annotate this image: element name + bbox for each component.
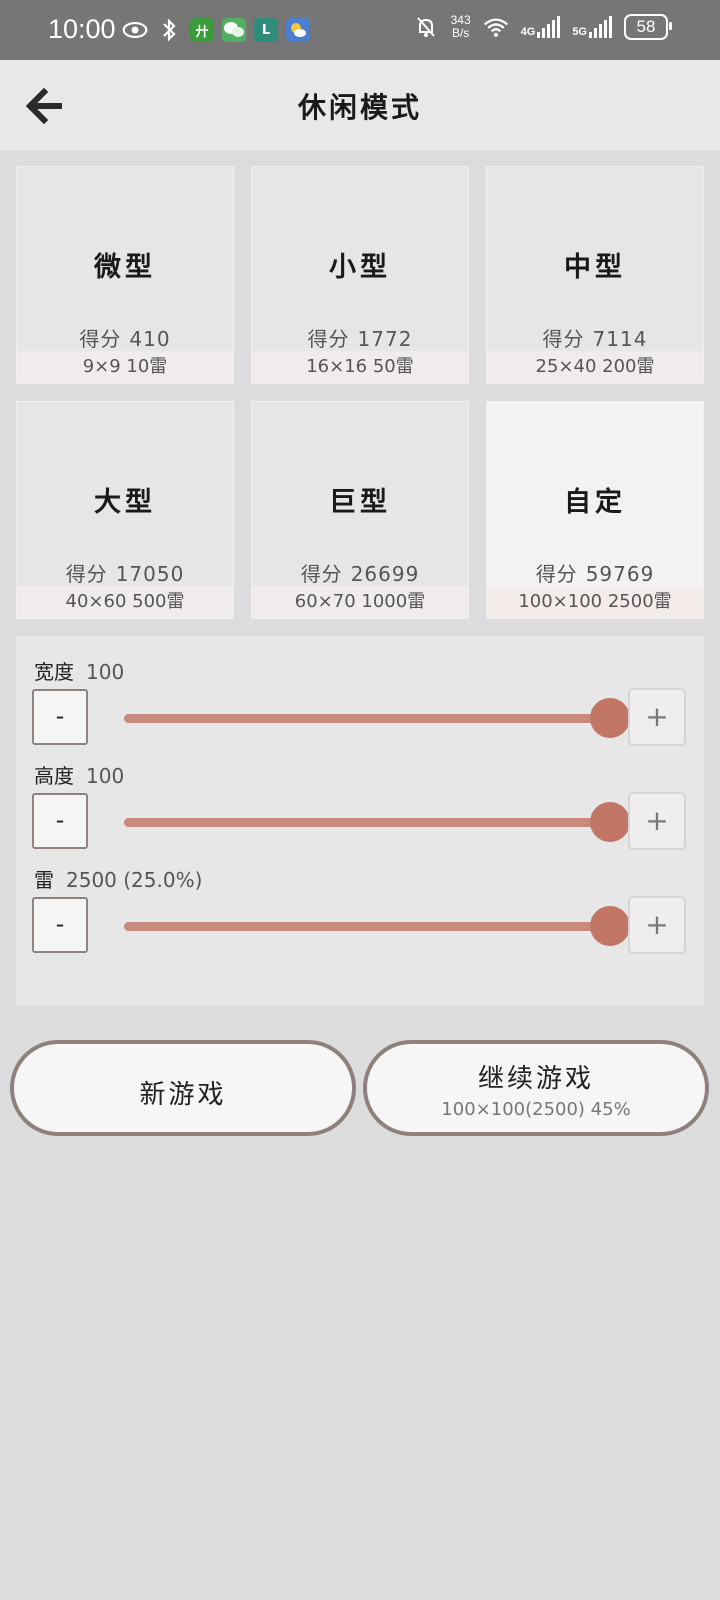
score-value: 1772 xyxy=(357,327,413,351)
score-label: 得分 xyxy=(307,327,350,351)
net-type-1: 4G xyxy=(520,26,536,38)
mode-score: 得分 7114 xyxy=(487,323,703,352)
slider-fill xyxy=(124,818,610,827)
height-value: 100 xyxy=(86,764,125,788)
mode-score: 得分 1772 xyxy=(252,323,468,352)
score-label: 得分 xyxy=(79,327,122,351)
slider-thumb[interactable] xyxy=(590,802,630,842)
app-l-icon: L xyxy=(254,18,278,42)
mode-info: 40×60 500雷 xyxy=(17,586,233,618)
status-time: 10:00 xyxy=(48,14,116,44)
score-value: 410 xyxy=(129,327,171,351)
mode-name: 大型 xyxy=(94,487,156,518)
wifi-icon xyxy=(483,15,509,39)
height-minus-button[interactable]: - xyxy=(32,793,88,849)
signal-5g: 5G xyxy=(572,16,612,38)
new-game-button[interactable]: 新游戏 xyxy=(10,1040,356,1136)
mode-card-small[interactable]: 小型 得分 1772 16×16 50雷 xyxy=(251,166,469,384)
signal-bars-icon-2 xyxy=(589,16,612,38)
mines-plus-button[interactable]: + xyxy=(628,896,686,954)
width-value: 100 xyxy=(86,660,125,684)
net-type-2: 5G xyxy=(572,26,587,38)
weather-icon xyxy=(286,18,310,42)
eye-icon xyxy=(122,18,148,42)
mines-label-row: 雷 2500 (25.0%) xyxy=(34,864,202,893)
score-label: 得分 xyxy=(542,327,585,351)
mode-card-huge[interactable]: 巨型 得分 26699 60×70 1000雷 xyxy=(251,401,469,619)
net-speed-unit: B/s xyxy=(451,26,470,40)
score-label: 得分 xyxy=(300,562,343,586)
height-label: 高度 xyxy=(34,764,74,788)
signal-bars-icon xyxy=(537,16,561,38)
mode-card-large[interactable]: 大型 得分 17050 40×60 500雷 xyxy=(16,401,234,619)
app-green-icon: 廾 xyxy=(190,18,214,42)
mode-card-medium[interactable]: 中型 得分 7114 25×40 200雷 xyxy=(486,166,704,384)
mode-score: 得分 410 xyxy=(17,323,233,352)
system-icons: 343 B/s 4G 5G 58 xyxy=(413,14,672,40)
mines-value: 2500 (25.0%) xyxy=(66,868,203,892)
score-value: 59769 xyxy=(585,562,655,586)
score-label: 得分 xyxy=(65,562,108,586)
mines-slider[interactable] xyxy=(124,906,630,946)
mute-bell-icon xyxy=(413,15,439,39)
height-label-row: 高度 100 xyxy=(34,760,124,789)
app-header: 休闲模式 xyxy=(0,60,720,150)
mode-name: 中型 xyxy=(564,252,626,283)
mode-name: 微型 xyxy=(94,252,156,283)
signal-4g: 4G xyxy=(521,16,561,38)
continue-game-info: 100×100(2500) 45% xyxy=(441,1099,631,1120)
mode-score: 得分 17050 xyxy=(17,558,233,587)
width-label: 宽度 xyxy=(34,660,74,684)
slider-thumb[interactable] xyxy=(590,698,630,738)
slider-fill xyxy=(124,714,610,723)
mines-minus-button[interactable]: - xyxy=(32,897,88,953)
slider-fill xyxy=(124,922,610,931)
bluetooth-icon xyxy=(156,18,182,42)
continue-game-label: 继续游戏 xyxy=(477,1064,594,1094)
score-value: 7114 xyxy=(592,327,648,351)
mode-score: 得分 26699 xyxy=(252,558,468,587)
continue-game-button[interactable]: 继续游戏 100×100(2500) 45% xyxy=(363,1040,709,1136)
battery-icon: 58 xyxy=(624,14,672,40)
mode-info: 9×9 10雷 xyxy=(17,351,233,383)
height-slider[interactable] xyxy=(124,802,630,842)
score-value: 17050 xyxy=(115,562,185,586)
mode-name: 巨型 xyxy=(329,487,391,518)
net-speed: 343 B/s xyxy=(451,14,471,40)
width-label-row: 宽度 100 xyxy=(34,656,124,685)
mode-card-micro[interactable]: 微型 得分 410 9×9 10雷 xyxy=(16,166,234,384)
mode-card-custom[interactable]: 自定 得分 59769 100×100 2500雷 xyxy=(486,401,704,619)
mode-score: 得分 59769 xyxy=(487,558,703,587)
notification-icons: 廾 L xyxy=(122,18,310,42)
score-value: 26699 xyxy=(350,562,420,586)
mines-label: 雷 xyxy=(34,868,54,892)
mode-info: 100×100 2500雷 xyxy=(487,586,703,618)
width-slider[interactable] xyxy=(124,698,630,738)
score-label: 得分 xyxy=(535,562,578,586)
page-title: 休闲模式 xyxy=(297,91,422,124)
mode-name: 自定 xyxy=(564,487,626,518)
width-plus-button[interactable]: + xyxy=(628,688,686,746)
mode-info: 25×40 200雷 xyxy=(487,351,703,383)
wechat-icon xyxy=(222,18,246,42)
slider-thumb[interactable] xyxy=(590,906,630,946)
custom-settings-panel: 宽度 100 - + 高度 100 - + 雷 2500 (25.0%) - + xyxy=(16,636,704,1005)
mode-name: 小型 xyxy=(329,252,391,283)
height-plus-button[interactable]: + xyxy=(628,792,686,850)
mode-info: 16×16 50雷 xyxy=(252,351,468,383)
width-minus-button[interactable]: - xyxy=(32,689,88,745)
status-bar: 10:00 廾 L 343 B/s 4G 5G 58 xyxy=(0,0,720,60)
mode-info: 60×70 1000雷 xyxy=(252,586,468,618)
new-game-label: 新游戏 xyxy=(139,1080,227,1110)
